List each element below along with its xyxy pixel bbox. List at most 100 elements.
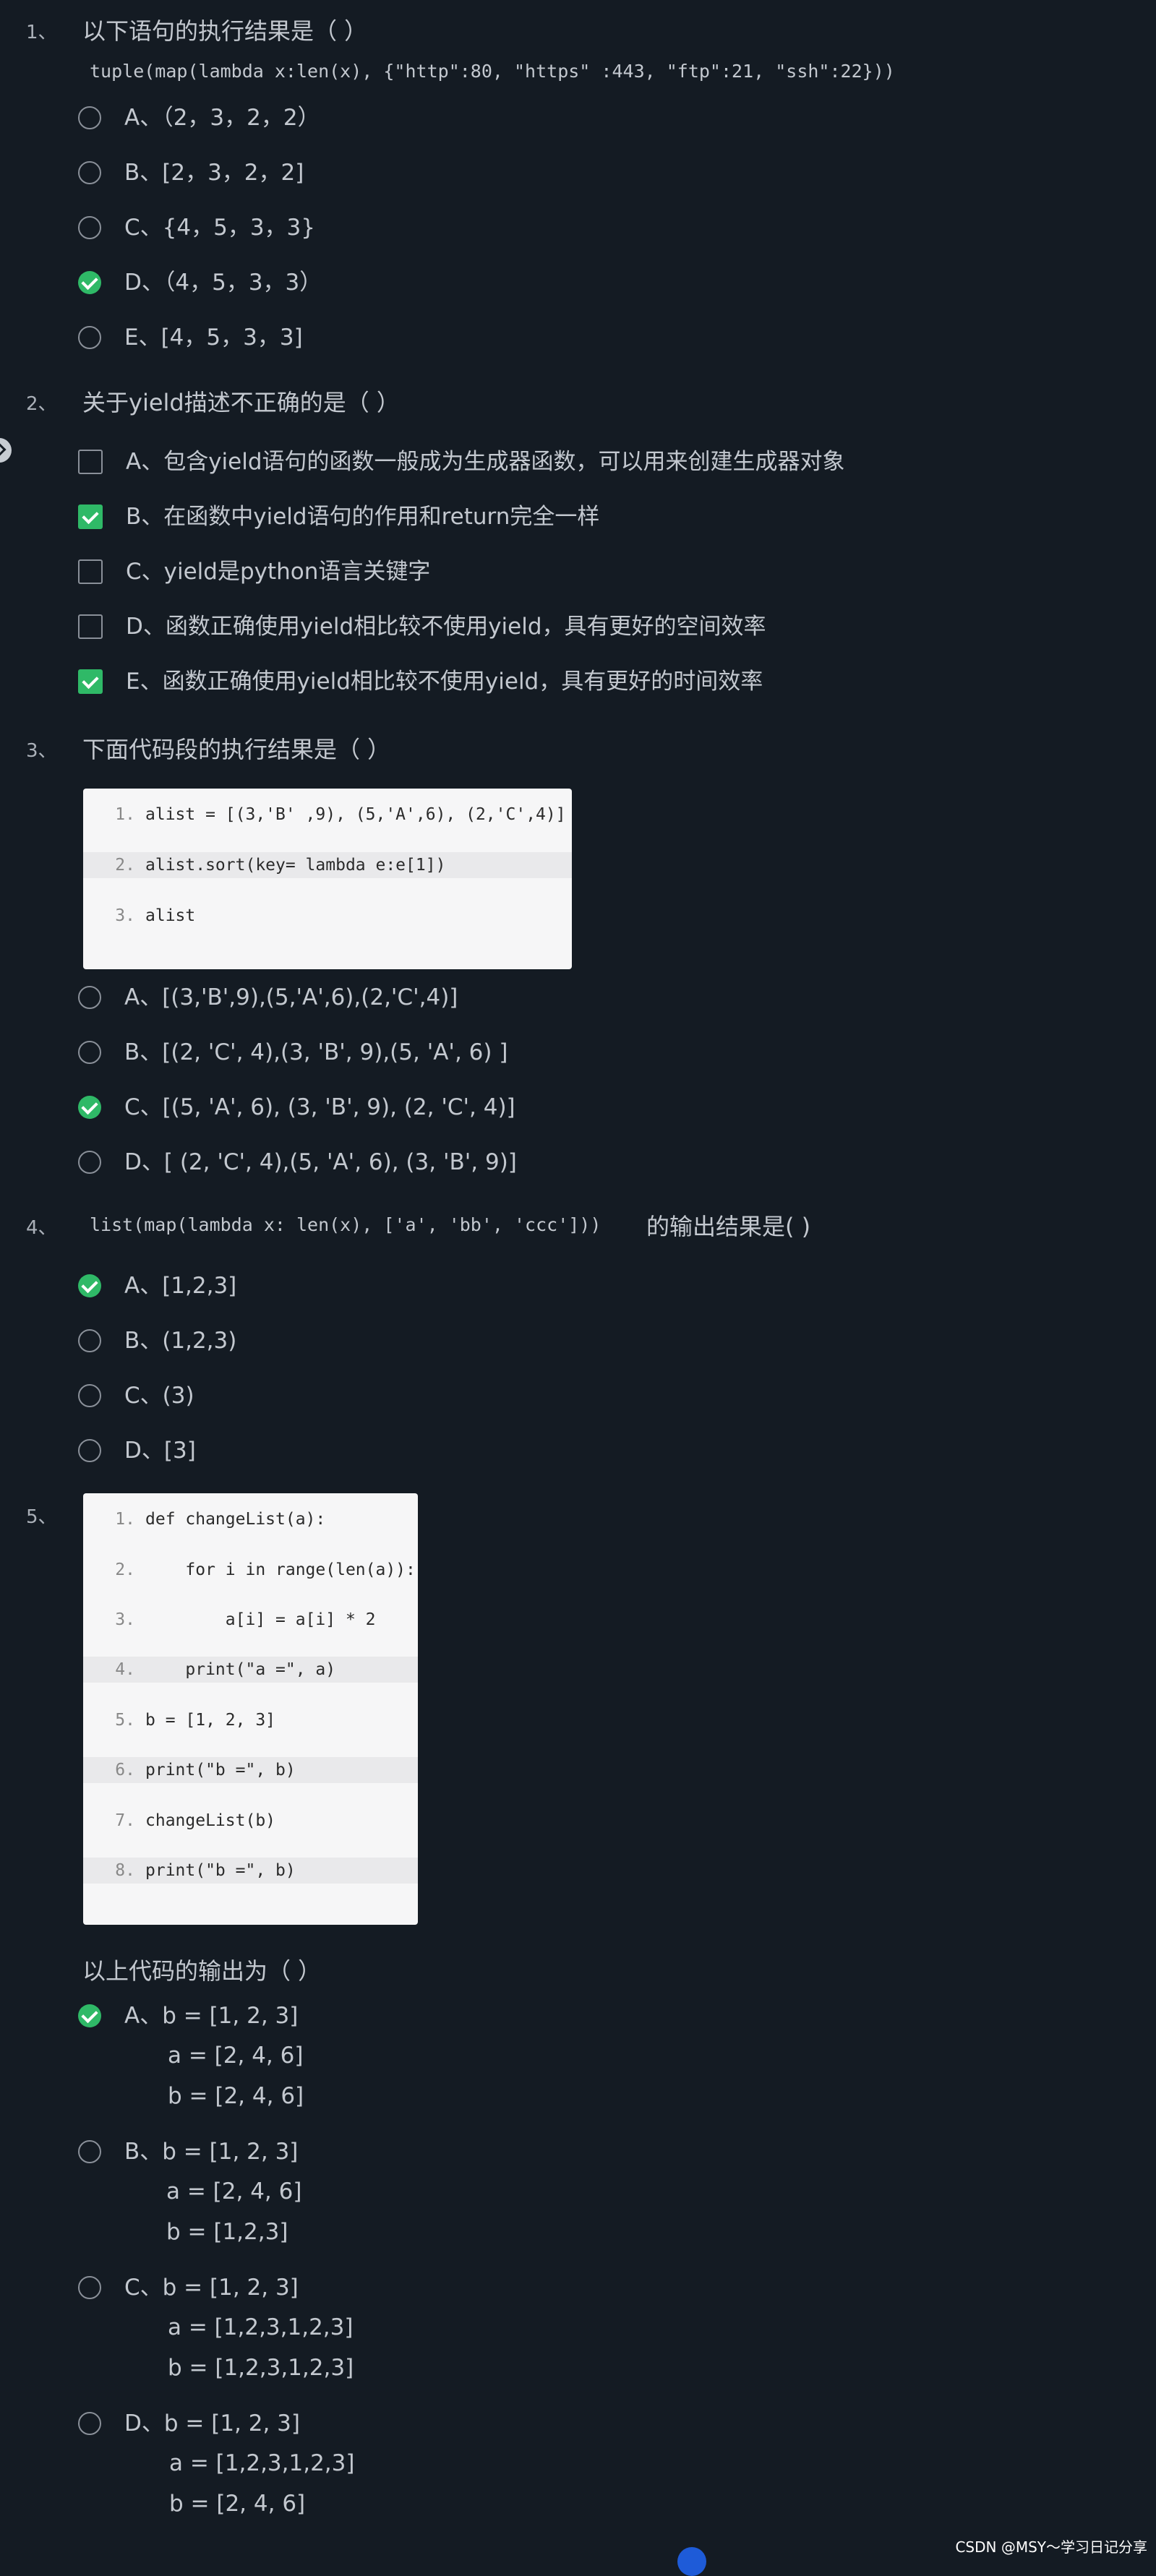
option-b[interactable]: B、在函数中yield语句的作用和return完全一样 <box>78 500 599 536</box>
option-line: a = [2, 4, 6] <box>166 2178 302 2204</box>
line-number: 4. <box>115 1660 135 1679</box>
option-d[interactable]: D、b = [1, 2, 3] <box>78 2407 300 2443</box>
option-label: C、(3) <box>124 1383 194 1409</box>
option-line: a = [2, 4, 6] <box>168 2043 304 2069</box>
radio-icon[interactable] <box>78 1384 101 1407</box>
checkbox-checked-icon[interactable] <box>78 505 103 529</box>
code-text: a[i] = a[i] * 2 <box>145 1610 376 1629</box>
option-line: b = [2, 4, 6] <box>169 2491 306 2517</box>
option-label: B、在函数中yield语句的作用和return完全一样 <box>126 504 600 530</box>
option-line: a = [1,2,3,1,2,3] <box>168 2314 354 2340</box>
option-label: C、yield是python语言关键字 <box>126 559 431 585</box>
option-b[interactable]: B、[(2, 'C', 4),(3, 'B', 9),(5, 'A', 6) ] <box>78 1036 508 1072</box>
radio-icon[interactable] <box>78 2276 101 2299</box>
code-text: for i in range(len(a)): <box>145 1560 416 1579</box>
code-line: 1. def changeList(a): <box>83 1506 418 1532</box>
radio-checked-icon[interactable] <box>78 1274 101 1297</box>
option-label: B、[2，3，2，2] <box>124 160 304 186</box>
option-d[interactable]: D、（4，5，3，3） <box>78 266 322 302</box>
option-line: b = [2, 4, 6] <box>168 2083 304 2109</box>
option-label: B、[(2, 'C', 4),(3, 'B', 9),(5, 'A', 6) ] <box>124 1039 508 1065</box>
code-line: 3. alist <box>83 903 572 929</box>
option-label: A、b = [1, 2, 3] <box>124 2003 299 2029</box>
option-label: B、(1,2,3) <box>124 1328 237 1354</box>
question-code: tuple(map(lambda x:len(x), {"http":80, "… <box>90 61 895 82</box>
checkbox-icon[interactable] <box>78 614 103 639</box>
option-a[interactable]: A、（2，3，2，2） <box>78 101 320 137</box>
option-a[interactable]: A、[(3,'B',9),(5,'A',6),(2,'C',4)] <box>78 981 458 1017</box>
checkbox-icon[interactable] <box>78 450 103 474</box>
code-text: print("b =", b) <box>145 1761 296 1779</box>
radio-icon[interactable] <box>78 161 101 184</box>
option-c[interactable]: C、(3) <box>78 1379 194 1415</box>
code-block: 1. alist = [(3,'B' ,9), (5,'A',6), (2,'C'… <box>83 789 572 969</box>
line-number: 5. <box>115 1711 135 1730</box>
radio-checked-icon[interactable] <box>78 1096 101 1119</box>
question-text: 下面代码段的执行结果是（ ） <box>82 736 391 763</box>
radio-icon[interactable] <box>78 1329 101 1352</box>
code-line: 4. print("a =", a) <box>83 1657 418 1683</box>
option-c[interactable]: C、{4，5，3，3} <box>78 211 315 247</box>
radio-checked-icon[interactable] <box>78 2004 101 2027</box>
line-number: 3. <box>115 1610 135 1629</box>
option-label: B、b = [1, 2, 3] <box>124 2139 299 2165</box>
option-d[interactable]: D、函数正确使用yield相比较不使用yield，具有更好的空间效率 <box>78 610 766 646</box>
code-text: alist = [(3,'B' ,9), (5,'A',6), (2,'C',4… <box>145 805 566 824</box>
code-text: alist <box>145 906 196 925</box>
line-number: 2. <box>115 856 135 875</box>
code-line: 7. changeList(b) <box>83 1808 418 1834</box>
radio-icon[interactable] <box>78 106 101 129</box>
radio-icon[interactable] <box>78 1151 101 1174</box>
code-text: alist.sort(key= lambda e:e[1]) <box>145 856 446 875</box>
code-text: changeList(b) <box>145 1811 276 1830</box>
option-label: A、（2，3，2，2） <box>124 105 320 131</box>
question-text: 的输出结果是( ) <box>646 1213 811 1240</box>
side-expand-icon[interactable] <box>0 438 12 463</box>
option-a[interactable]: A、[1,2,3] <box>78 1269 236 1305</box>
radio-icon[interactable] <box>78 2140 101 2163</box>
line-number: 1. <box>115 1510 135 1529</box>
code-line: 1. alist = [(3,'B' ,9), (5,'A',6), (2,'C'… <box>83 802 572 828</box>
code-line: 3. a[i] = a[i] * 2 <box>83 1607 418 1633</box>
checkbox-icon[interactable] <box>78 559 103 584</box>
code-block: 1. def changeList(a): 2. for i in range(l… <box>83 1493 418 1925</box>
option-a[interactable]: A、b = [1, 2, 3] <box>78 1999 298 2035</box>
floating-button-icon[interactable] <box>677 2547 706 2576</box>
question-number: 2、 <box>26 393 57 415</box>
radio-icon[interactable] <box>78 1041 101 1064</box>
code-line: 5. b = [1, 2, 3] <box>83 1707 418 1733</box>
option-d[interactable]: D、[3] <box>78 1434 196 1470</box>
option-e[interactable]: E、函数正确使用yield相比较不使用yield，具有更好的时间效率 <box>78 665 763 701</box>
radio-icon[interactable] <box>78 986 101 1009</box>
radio-icon[interactable] <box>78 2412 101 2435</box>
option-b[interactable]: B、(1,2,3) <box>78 1324 236 1360</box>
radio-icon[interactable] <box>78 216 101 239</box>
option-label: A、[(3,'B',9),(5,'A',6),(2,'C',4)] <box>124 984 458 1010</box>
option-label: D、[ (2, 'C', 4),(5, 'A', 6), (3, 'B', 9)… <box>124 1149 517 1175</box>
option-b[interactable]: B、[2，3，2，2] <box>78 156 304 192</box>
line-number: 7. <box>115 1811 135 1830</box>
question-number: 3、 <box>26 740 57 762</box>
radio-icon[interactable] <box>78 326 101 349</box>
option-b[interactable]: B、b = [1, 2, 3] <box>78 2135 298 2171</box>
option-label: D、（4，5，3，3） <box>124 270 322 296</box>
option-label: D、函数正确使用yield相比较不使用yield，具有更好的空间效率 <box>126 614 766 640</box>
option-a[interactable]: A、包含yield语句的函数一般成为生成器函数，可以用来创建生成器对象 <box>78 445 845 481</box>
option-d[interactable]: D、[ (2, 'C', 4),(5, 'A', 6), (3, 'B', 9)… <box>78 1146 517 1182</box>
code-text: def changeList(a): <box>145 1510 326 1529</box>
option-c[interactable]: C、[(5, 'A', 6), (3, 'B', 9), (2, 'C', 4)… <box>78 1091 515 1127</box>
option-e[interactable]: E、[4，5，3，3] <box>78 321 303 357</box>
option-line: a = [1,2,3,1,2,3] <box>169 2450 355 2476</box>
option-c[interactable]: C、b = [1, 2, 3] <box>78 2271 299 2307</box>
line-number: 1. <box>115 805 135 824</box>
checkbox-checked-icon[interactable] <box>78 669 103 694</box>
radio-icon[interactable] <box>78 1439 101 1462</box>
question-text: 以下语句的执行结果是（ ） <box>82 17 368 45</box>
question-number: 5、 <box>26 1506 57 1528</box>
question-text: 以上代码的输出为（ ） <box>82 1957 322 1985</box>
radio-checked-icon[interactable] <box>78 271 101 294</box>
option-c[interactable]: C、yield是python语言关键字 <box>78 555 430 591</box>
option-line: b = [1,2,3] <box>166 2219 288 2245</box>
question-code: list(map(lambda x: len(x), ['a', 'bb', '… <box>90 1214 601 1235</box>
watermark: CSDN @MSY～学习日记分享 <box>955 2538 1147 2556</box>
